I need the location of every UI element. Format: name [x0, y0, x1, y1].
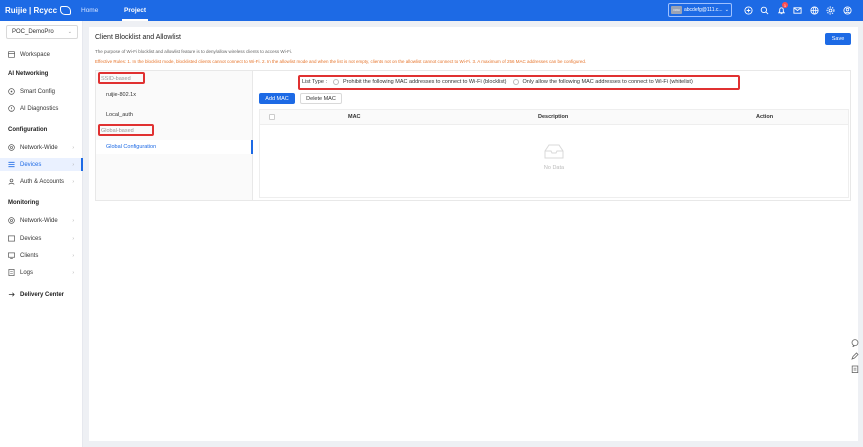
chevron-down-icon: ⌄	[67, 29, 72, 35]
column-description: Description	[538, 114, 569, 120]
sidebar-item-label: Devices	[20, 161, 42, 168]
page-description: The purpose of Wi-Fi blocklist and allow…	[95, 49, 293, 54]
sidebar-item-config-devices[interactable]: Devices ›	[0, 158, 83, 171]
delivery-icon	[8, 291, 15, 298]
devices-icon	[8, 235, 15, 242]
sidebar-item-smart-config[interactable]: Smart Config	[0, 85, 83, 98]
sidebar: POC_DemoPro ⌄ Workspace AI Networking Sm…	[0, 21, 83, 447]
logs-icon	[8, 269, 15, 276]
network-icon	[8, 217, 15, 224]
profile-icon[interactable]	[842, 5, 852, 15]
chevron-right-icon: ›	[72, 217, 74, 224]
brand-name: Ruijie | Rcycc	[5, 6, 58, 15]
delete-mac-button[interactable]: Delete MAC	[300, 93, 342, 104]
smart-config-icon	[8, 88, 15, 95]
devices-icon	[8, 161, 15, 168]
tree-item-ssid[interactable]: Local_auth	[96, 108, 252, 122]
sidebar-item-label: AI Diagnostics	[20, 105, 59, 112]
project-select[interactable]: POC_DemoPro ⌄	[6, 25, 78, 39]
add-icon[interactable]	[743, 5, 753, 15]
network-icon	[8, 144, 15, 151]
sidebar-item-monitor-network-wide[interactable]: Network-Wide ›	[0, 214, 83, 227]
user-menu[interactable]: Orbit abcdefg@111.c... ⌄	[668, 3, 732, 17]
table-header: MAC Description Action	[260, 110, 848, 125]
sidebar-item-config-network-wide[interactable]: Network-Wide ›	[0, 141, 83, 154]
sidebar-item-label: Smart Config	[20, 88, 56, 95]
search-icon[interactable]	[759, 5, 769, 15]
avatar: Orbit	[671, 6, 682, 14]
nav-project[interactable]: Project	[121, 0, 149, 21]
section-configuration: Configuration	[8, 127, 48, 133]
highlight-box	[98, 124, 154, 136]
clients-icon	[8, 252, 15, 259]
sidebar-item-label: Devices	[20, 235, 42, 242]
notification-badge: 1	[782, 2, 788, 8]
top-bar: Ruijie | Rcycc Home Project Orbit abcdef…	[0, 0, 863, 21]
project-name: POC_DemoPro	[12, 29, 54, 35]
highlight-box	[98, 72, 145, 84]
chevron-right-icon: ›	[72, 178, 74, 185]
sidebar-item-monitor-devices[interactable]: Devices ›	[0, 232, 83, 245]
chat-icon[interactable]	[851, 338, 859, 347]
save-button[interactable]: Save	[825, 33, 851, 45]
config-panel: SSID-based ruijie-802.1x Local_auth Glob…	[95, 70, 851, 201]
sidebar-item-label: Auth & Accounts	[20, 178, 65, 185]
sidebar-item-logs[interactable]: Logs ›	[0, 266, 83, 279]
highlight-box	[298, 75, 740, 90]
nav-home[interactable]: Home	[81, 0, 98, 21]
globe-icon[interactable]	[809, 5, 819, 15]
gear-icon[interactable]	[825, 5, 835, 15]
brand-mark-icon	[60, 6, 72, 15]
tree-item-global-configuration[interactable]: Global Configuration	[96, 140, 253, 154]
sidebar-item-label: Network-Wide	[20, 217, 58, 224]
mac-table: MAC Description Action No Data	[259, 109, 849, 198]
tree-item-ssid[interactable]: ruijie-802.1x	[96, 88, 252, 102]
user-name: abcdefg@111.c...	[684, 7, 723, 13]
message-icon[interactable]	[792, 5, 802, 15]
chevron-right-icon: ›	[72, 161, 74, 168]
add-mac-button[interactable]: Add MAC	[259, 93, 295, 104]
sidebar-item-label: Network-Wide	[20, 144, 58, 151]
sidebar-item-label: Logs	[20, 269, 34, 276]
auth-icon	[8, 178, 15, 185]
sidebar-item-auth-accounts[interactable]: Auth & Accounts ›	[0, 175, 83, 188]
clipboard-icon[interactable]	[851, 365, 859, 374]
edit-icon[interactable]	[851, 352, 859, 360]
floating-toolbar	[847, 336, 863, 376]
sidebar-item-label: Clients	[20, 252, 39, 259]
sidebar-item-delivery-center[interactable]: Delivery Center	[0, 288, 83, 301]
column-mac: MAC	[348, 114, 361, 120]
section-ai-networking: AI Networking	[8, 71, 49, 77]
sidebar-item-label: Workspace	[20, 51, 50, 58]
empty-text: No Data	[543, 165, 565, 171]
sidebar-item-workspace[interactable]: Workspace	[0, 48, 83, 61]
empty-box-icon	[544, 144, 564, 159]
diagnostics-icon	[8, 105, 15, 112]
chevron-right-icon: ›	[72, 252, 74, 259]
sidebar-item-clients[interactable]: Clients ›	[0, 249, 83, 262]
bell-icon[interactable]: 1	[776, 2, 788, 15]
column-action: Action	[756, 114, 774, 120]
workspace-icon	[8, 51, 15, 58]
sidebar-item-ai-diagnostics[interactable]: AI Diagnostics	[0, 102, 83, 115]
chevron-right-icon: ›	[72, 269, 74, 276]
chevron-right-icon: ›	[72, 144, 74, 151]
select-all-checkbox[interactable]	[269, 114, 275, 120]
sidebar-item-label: Delivery Center	[20, 291, 65, 298]
page-title: Client Blocklist and Allowlist	[95, 34, 181, 41]
section-monitoring: Monitoring	[8, 200, 39, 206]
chevron-right-icon: ›	[72, 235, 74, 242]
brand-logo[interactable]: Ruijie | Rcycc	[5, 4, 72, 17]
chevron-down-icon: ⌄	[724, 7, 729, 13]
effective-rules: Effective Rules: 1. In the blocklist mod…	[95, 59, 587, 64]
main-content: Client Blocklist and Allowlist Save The …	[89, 27, 858, 441]
